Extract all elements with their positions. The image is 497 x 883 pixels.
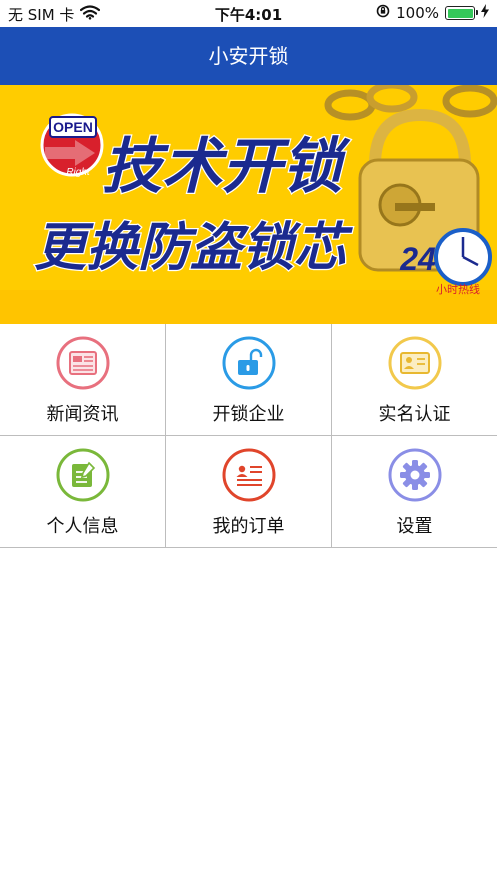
menu-item-my-orders[interactable]: 我的订单 — [166, 436, 332, 548]
menu-item-personal-info[interactable]: 个人信息 — [0, 436, 166, 548]
navigation-bar: 小安开锁 — [0, 27, 497, 85]
order-list-icon — [222, 448, 276, 502]
menu-item-settings[interactable]: 设置 — [332, 436, 497, 548]
hotline-number: 24 — [399, 241, 436, 277]
edit-note-icon — [56, 448, 110, 502]
banner-headline-2: 更换防盗锁芯 — [34, 218, 353, 278]
menu-item-label: 个人信息 — [46, 516, 119, 537]
charging-icon — [481, 4, 489, 22]
battery-percent: 100% — [396, 4, 439, 22]
menu-item-real-name-verification[interactable]: 实名认证 — [332, 324, 497, 436]
menu-item-label: 开锁企业 — [212, 404, 285, 425]
unlock-icon — [222, 336, 276, 390]
menu-item-label: 新闻资讯 — [46, 404, 119, 425]
menu-item-label: 实名认证 — [378, 404, 451, 425]
gear-icon — [388, 448, 442, 502]
menu-item-label: 我的订单 — [212, 516, 285, 537]
page-title: 小安开锁 — [208, 44, 289, 68]
open-logo-subtext: Right — [66, 167, 91, 178]
menu-item-label: 设置 — [396, 516, 433, 537]
newspaper-icon — [56, 336, 110, 390]
banner-headline-1: 技术开锁 — [102, 132, 351, 202]
menu-grid: 新闻资讯 开锁企业 实名认证 个人信息 我的订单 设置 — [0, 324, 497, 548]
id-card-icon — [388, 336, 442, 390]
menu-item-news[interactable]: 新闻资讯 — [0, 324, 166, 436]
hotline-text: 小时热线 — [436, 282, 480, 296]
orientation-lock-icon — [376, 4, 390, 22]
open-logo-text: OPEN — [53, 119, 93, 135]
status-bar: 无 SIM 卡 下午4:01 100% — [0, 0, 497, 27]
menu-item-locksmith-companies[interactable]: 开锁企业 — [166, 324, 332, 436]
status-bar-right: 100% — [376, 4, 489, 22]
battery-icon — [445, 6, 478, 20]
promo-banner[interactable]: OPEN Right 技术开锁 更换防盗锁芯 24 小时热线 — [0, 85, 497, 324]
